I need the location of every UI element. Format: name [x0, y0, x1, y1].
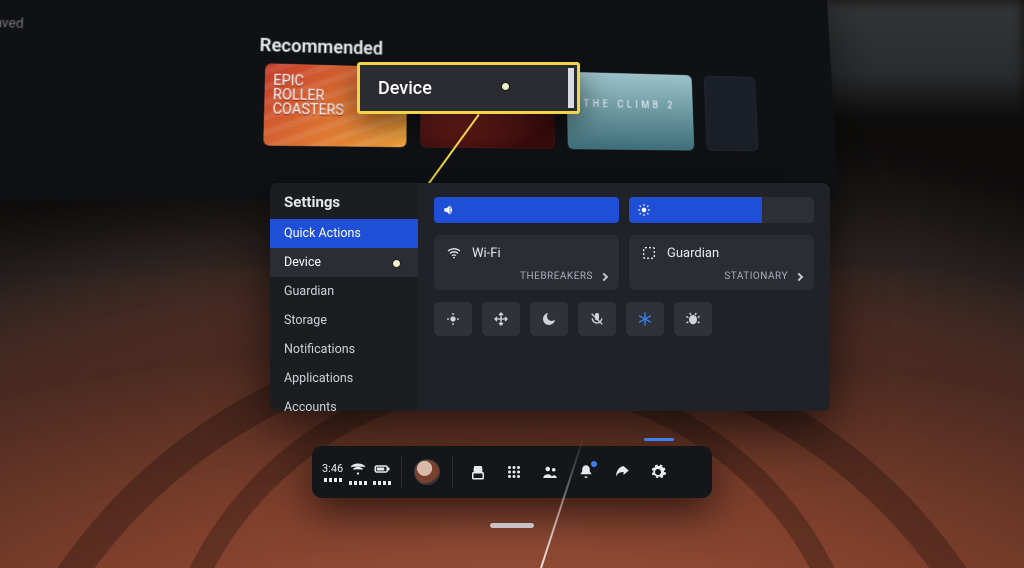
dock-store[interactable]	[463, 457, 493, 487]
settings-nav: Settings Quick Actions Device Guardian S…	[270, 183, 418, 411]
nav-guardian[interactable]: Guardian	[270, 277, 418, 306]
brightness-slider[interactable]	[629, 197, 814, 223]
wifi-icon	[349, 460, 367, 478]
wifi-card[interactable]: Wi-Fi THEBREAKERS	[434, 235, 619, 290]
nav-notifications[interactable]: Notifications	[270, 335, 418, 364]
toggle-night-mode[interactable]	[530, 302, 568, 336]
battery-icon	[373, 460, 391, 478]
dock-profile[interactable]	[412, 457, 442, 487]
quick-toggle-row	[434, 302, 814, 336]
nav-storage[interactable]: Storage	[270, 306, 418, 335]
guardian-card[interactable]: Guardian Stationary	[629, 235, 814, 290]
toggle-mic-mute[interactable]	[578, 302, 616, 336]
pointer-dot-icon	[502, 83, 509, 90]
gear-icon	[649, 463, 667, 481]
chevron-right-icon	[795, 272, 803, 280]
nav-quick-actions[interactable]: Quick Actions	[270, 219, 418, 248]
toggle-brightness[interactable]	[434, 302, 472, 336]
toggle-bug-report[interactable]	[674, 302, 712, 336]
store-tile[interactable]	[704, 76, 759, 152]
callout-label: Device	[378, 78, 432, 99]
dock-battery[interactable]	[373, 460, 391, 485]
volume-fill	[434, 197, 619, 223]
chevron-right-icon	[600, 272, 608, 280]
settings-panel: Settings Quick Actions Device Guardian S…	[270, 183, 830, 411]
toggle-passthrough[interactable]	[482, 302, 520, 336]
wifi-value: THEBREAKERS	[520, 271, 593, 282]
guardian-label: Guardian	[667, 246, 719, 261]
guardian-value: Stationary	[724, 271, 788, 282]
brightness-icon	[637, 203, 651, 217]
guardian-icon	[641, 245, 657, 261]
nav-accounts[interactable]: Accounts	[270, 393, 418, 411]
toggle-cool[interactable]	[626, 302, 664, 336]
dock-people[interactable]	[535, 457, 565, 487]
store-icon	[469, 463, 487, 481]
dock-wifi[interactable]	[349, 460, 367, 485]
callout-device: Device	[357, 62, 580, 114]
settings-title: Settings	[270, 193, 418, 219]
pointer-dot-icon	[393, 260, 400, 267]
store-tile[interactable]: THE CLIMB 2	[566, 72, 694, 151]
avatar	[414, 459, 440, 485]
dock-settings[interactable]	[643, 457, 673, 487]
people-icon	[541, 463, 559, 481]
nav-applications[interactable]: Applications	[270, 364, 418, 393]
store-heading: Recommended	[259, 35, 383, 60]
nav-device[interactable]: Device	[270, 248, 418, 277]
notification-dot	[591, 461, 597, 467]
dock-accent	[644, 438, 674, 441]
share-icon	[613, 463, 631, 481]
wifi-label: Wi-Fi	[472, 246, 501, 261]
dock-share[interactable]	[607, 457, 637, 487]
dock-apps[interactable]	[499, 457, 529, 487]
dock: 3:46	[312, 446, 712, 498]
store-nav-item[interactable]: Saved	[0, 15, 79, 33]
volume-icon	[442, 203, 456, 217]
dock-clock[interactable]: 3:46	[322, 462, 343, 482]
apps-icon	[505, 463, 523, 481]
wifi-icon	[446, 245, 462, 261]
home-handle[interactable]	[490, 523, 534, 528]
volume-slider[interactable]	[434, 197, 619, 223]
